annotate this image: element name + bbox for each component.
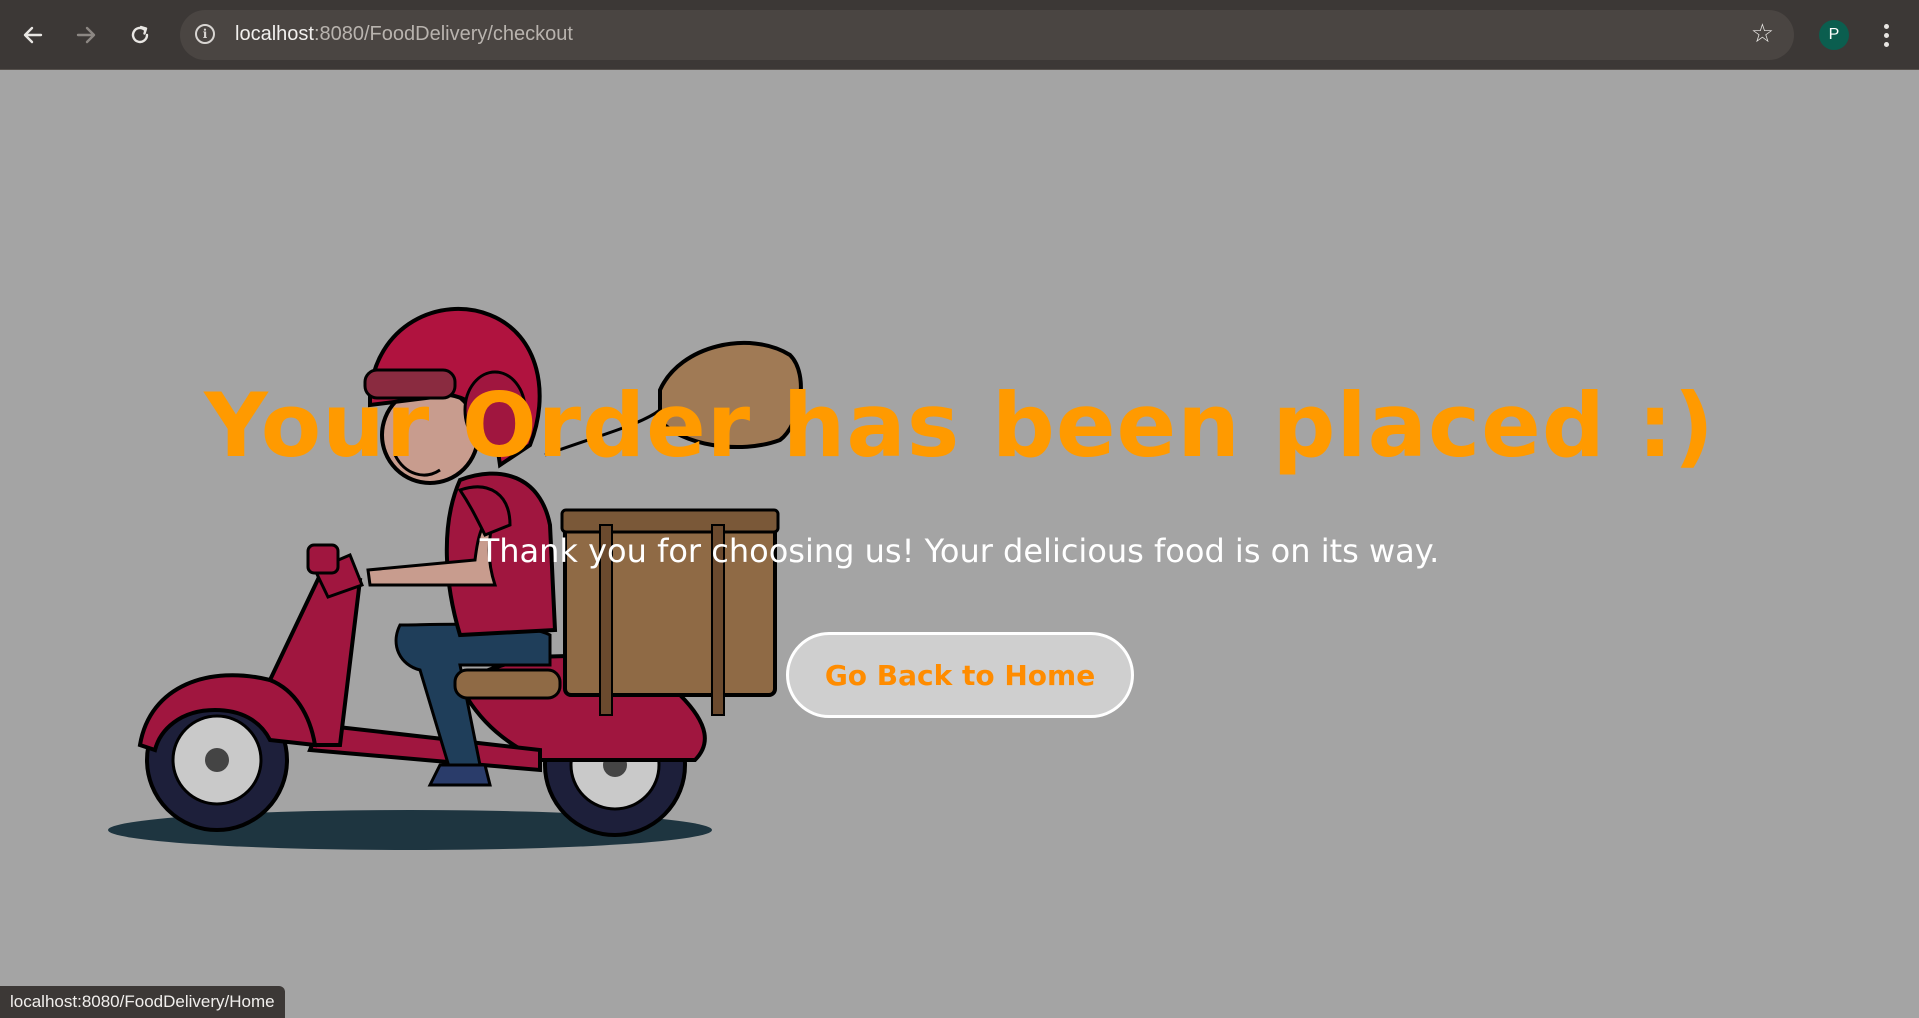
star-icon[interactable]: ☆	[1751, 19, 1774, 49]
url-host: localhost	[235, 23, 314, 45]
vertical-dots-menu-icon[interactable]	[1874, 18, 1898, 52]
go-back-home-button[interactable]: Go Back to Home	[786, 632, 1134, 718]
arrow-left-icon	[23, 26, 43, 44]
arrow-right-icon	[76, 26, 96, 44]
browser-toolbar: i localhost:8080/FoodDelivery/checkout ☆…	[0, 0, 1919, 70]
profile-avatar[interactable]: P	[1819, 20, 1849, 50]
address-bar[interactable]: i localhost:8080/FoodDelivery/checkout ☆	[180, 10, 1794, 60]
order-placed-headline: Your Order has been placed :)	[204, 374, 1715, 477]
url-path: :8080/FoodDelivery/checkout	[313, 23, 573, 45]
back-button[interactable]	[15, 17, 51, 53]
info-icon[interactable]: i	[195, 24, 215, 44]
forward-button[interactable]	[68, 17, 104, 53]
url-text[interactable]: localhost:8080/FoodDelivery/checkout	[235, 23, 573, 46]
link-status-bubble: localhost:8080/FoodDelivery/Home	[0, 986, 285, 1018]
checkout-page: Your Order has been placed :) Thank you …	[0, 70, 1919, 1018]
thank-you-message: Thank you for choosing us! Your deliciou…	[479, 532, 1440, 570]
reload-button[interactable]	[122, 17, 158, 53]
reload-icon	[131, 25, 149, 44]
